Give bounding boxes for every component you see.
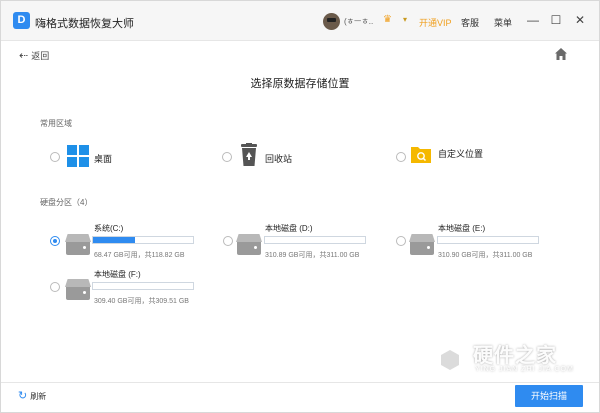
custom-location-label[interactable]: 自定义位置 bbox=[438, 147, 483, 160]
drive-e-size: 310.90 GB可用，共311.00 GB bbox=[438, 252, 533, 259]
drive-f-radio[interactable] bbox=[50, 282, 60, 292]
desktop-radio[interactable] bbox=[50, 152, 60, 162]
drive-f-size: 309.40 GB可用，共309.51 GB bbox=[94, 298, 189, 305]
recycle-bin-icon[interactable] bbox=[239, 143, 259, 167]
drive-f-usage-bar bbox=[92, 282, 194, 290]
app-window: D 嗨格式数据恢复大师 (ㅎㅡㅎ.. ♛ ▾ 开通VIP 客服 菜单 — ☐ ✕… bbox=[0, 0, 600, 413]
watermark-logo-icon bbox=[433, 341, 467, 379]
hard-drive-icon[interactable] bbox=[410, 239, 434, 255]
drive-d-radio[interactable] bbox=[223, 236, 233, 246]
hard-drive-icon[interactable] bbox=[66, 284, 90, 300]
drive-d-name[interactable]: 本地磁盘 (D:) bbox=[265, 223, 313, 234]
hard-drive-icon[interactable] bbox=[237, 239, 261, 255]
page-title: 选择原数据存储位置 bbox=[250, 78, 350, 90]
drive-d-usage-bar bbox=[264, 236, 366, 244]
customer-service-button[interactable]: 客服 bbox=[461, 16, 479, 29]
crown-icon: ♛ bbox=[383, 14, 392, 25]
recycle-bin-label[interactable]: 回收站 bbox=[265, 152, 292, 165]
drive-c-usage-bar bbox=[92, 236, 194, 244]
drive-c-size: 68.47 GB可用，共118.82 GB bbox=[94, 252, 185, 259]
refresh-icon: ↻ bbox=[18, 390, 28, 402]
disk-partitions-label: 硬盘分区（4） bbox=[40, 198, 93, 207]
desktop-label[interactable]: 桌面 bbox=[94, 152, 112, 165]
open-vip-button[interactable]: 开通VIP bbox=[419, 16, 452, 29]
recycle-bin-radio[interactable] bbox=[222, 152, 232, 162]
drive-d-size: 310.89 GB可用，共311.00 GB bbox=[265, 252, 360, 259]
drive-c-radio[interactable] bbox=[50, 236, 60, 246]
back-arrow-icon: ⇠ bbox=[19, 50, 29, 62]
drive-f-name[interactable]: 本地磁盘 (F:) bbox=[94, 269, 141, 280]
windows-icon[interactable] bbox=[67, 145, 89, 167]
app-logo-icon: D bbox=[13, 12, 30, 29]
start-scan-button[interactable]: 开始扫描 bbox=[515, 385, 583, 407]
user-avatar[interactable] bbox=[323, 13, 340, 30]
drive-c-name[interactable]: 系统(C:) bbox=[94, 223, 123, 234]
refresh-label: 刷新 bbox=[30, 392, 47, 401]
maximize-button[interactable]: ☐ bbox=[549, 13, 563, 27]
refresh-button[interactable]: ↻ 刷新 bbox=[18, 389, 46, 402]
footer-bar bbox=[1, 382, 599, 412]
drive-e-name[interactable]: 本地磁盘 (E:) bbox=[438, 223, 485, 234]
minimize-button[interactable]: — bbox=[526, 13, 540, 27]
watermark-subtitle: YING JIAN ZHI JIA.COM bbox=[475, 366, 574, 373]
drive-e-usage-bar bbox=[437, 236, 539, 244]
back-button[interactable]: ⇠ 返回 bbox=[19, 49, 49, 62]
common-area-label: 常用区域 bbox=[40, 119, 72, 128]
back-label: 返回 bbox=[31, 51, 50, 61]
hard-drive-icon[interactable] bbox=[66, 239, 90, 255]
drive-e-radio[interactable] bbox=[396, 236, 406, 246]
watermark-title: 硬件之家 bbox=[473, 345, 557, 367]
user-name[interactable]: (ㅎㅡㅎ.. bbox=[344, 16, 373, 27]
chevron-down-icon[interactable]: ▾ bbox=[403, 15, 407, 24]
app-title: 嗨格式数据恢复大师 bbox=[35, 18, 134, 30]
title-bar: D 嗨格式数据恢复大师 (ㅎㅡㅎ.. ♛ ▾ 开通VIP 客服 菜单 — ☐ ✕ bbox=[1, 1, 599, 41]
menu-button[interactable]: 菜单 bbox=[494, 16, 512, 29]
folder-search-icon[interactable] bbox=[410, 144, 432, 164]
watermark: 硬件之家 YING JIAN ZHI JIA.COM bbox=[433, 337, 583, 385]
drive-c-usage-fill bbox=[93, 237, 135, 243]
home-icon[interactable] bbox=[554, 47, 568, 61]
custom-location-radio[interactable] bbox=[396, 152, 406, 162]
close-button[interactable]: ✕ bbox=[573, 13, 587, 27]
